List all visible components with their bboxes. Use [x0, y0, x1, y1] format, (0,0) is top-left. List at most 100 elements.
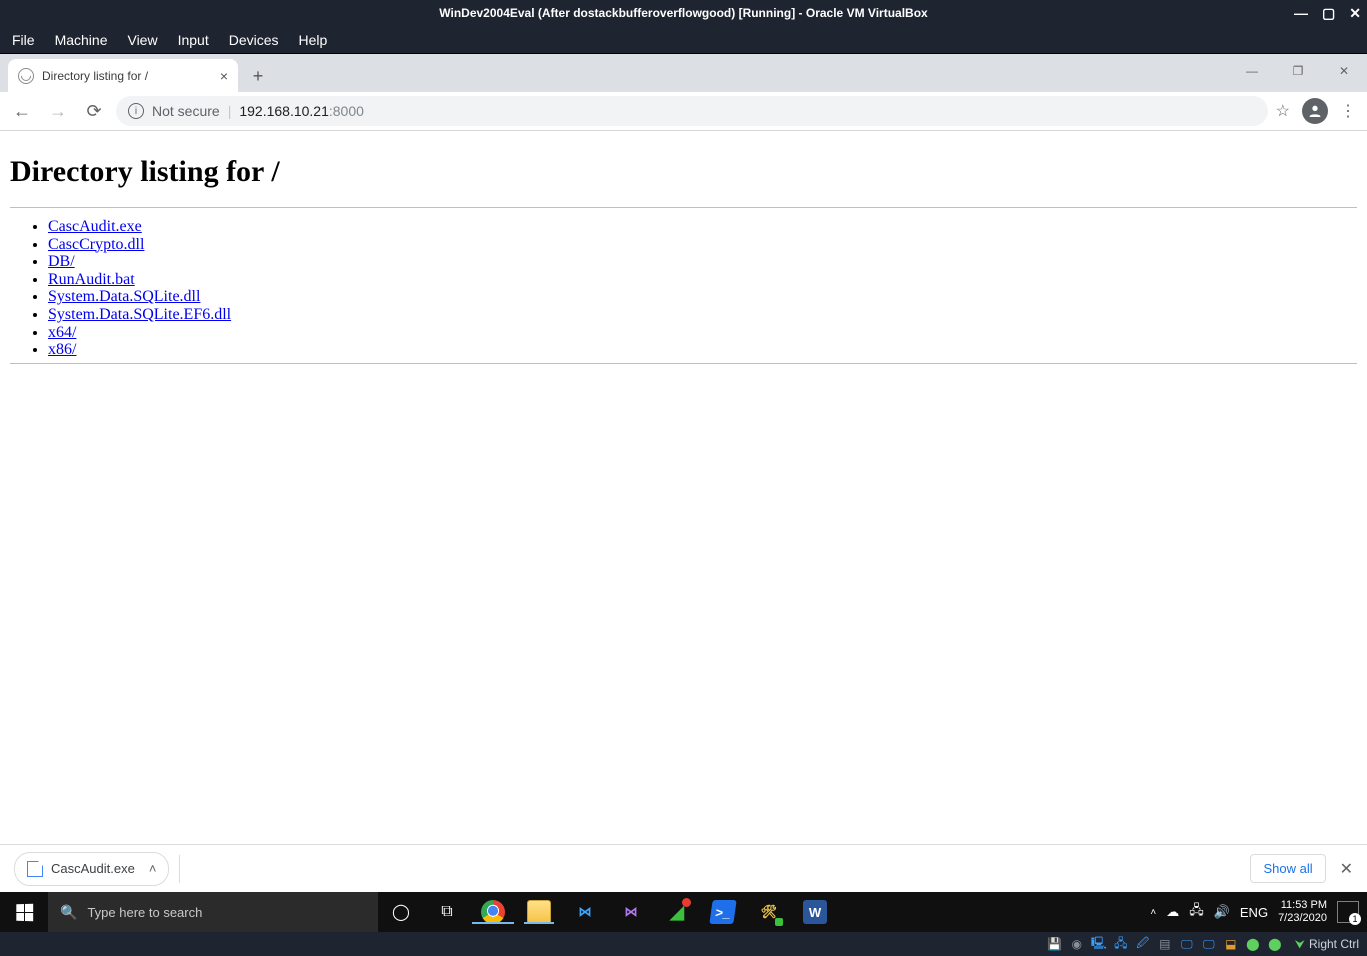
forward-button[interactable]: → [44, 97, 72, 125]
file-link[interactable]: System.Data.SQLite.dll [48, 288, 200, 305]
vbox-statusbar: 💾 ◉ 🖳 🖧 🖉 ▤ 🖵 🖵 ⬓ ⬤ ⬤ ⮟ Right Ctrl [0, 932, 1367, 956]
onedrive-icon[interactable]: ☁ [1166, 904, 1179, 920]
tray-overflow-icon[interactable]: ˄ [1150, 907, 1156, 918]
chevron-up-icon[interactable]: ˄ [149, 861, 157, 876]
omnibox-separator: | [228, 103, 232, 119]
vbox-optical-icon[interactable]: ◉ [1069, 936, 1085, 952]
vbox-title-text: WinDev2004Eval (After dostackbufferoverf… [439, 6, 927, 20]
taskbar-clock[interactable]: 11:53 PM 7/23/2020 [1278, 899, 1327, 924]
vbox-hostkey: ⮟ Right Ctrl [1295, 937, 1359, 952]
vbox-cpu-icon[interactable]: ⬓ [1223, 936, 1239, 952]
taskbar-app-powershell[interactable]: >_ [700, 900, 746, 924]
vbox-audio-icon[interactable]: 🖳 [1091, 936, 1107, 952]
vbox-menu-devices[interactable]: Devices [229, 32, 279, 48]
chrome-window: Directory listing for / × + — ❐ ✕ ← → ⟳ … [0, 54, 1367, 892]
hr-top [10, 207, 1357, 208]
vbox-menu-help[interactable]: Help [299, 32, 328, 48]
taskbar-app-vscode[interactable]: ⋈ [562, 900, 608, 924]
chrome-minimize-icon[interactable]: — [1229, 54, 1275, 88]
file-icon [27, 861, 43, 877]
chrome-tab[interactable]: Directory listing for / × [8, 59, 238, 92]
taskbar-app-visualstudio[interactable]: ⋈ [608, 900, 654, 924]
person-icon [1307, 103, 1323, 119]
taskbar-app-explorer[interactable] [516, 900, 562, 924]
task-view-icon[interactable]: ⧉ [424, 892, 470, 932]
vbox-hdd-icon[interactable]: 💾 [1047, 936, 1063, 952]
taskbar-app-chrome[interactable] [470, 900, 516, 924]
network-icon[interactable]: 🖧 [1189, 901, 1204, 923]
vbox-keyboard-icon[interactable]: ⬤ [1267, 936, 1283, 952]
tab-close-icon[interactable]: × [220, 68, 228, 84]
profile-avatar-icon[interactable] [1302, 98, 1328, 124]
folder-icon [527, 900, 551, 924]
hostkey-label: Right Ctrl [1309, 937, 1359, 951]
vbox-shared-icon[interactable]: ▤ [1157, 936, 1173, 952]
tab-title: Directory listing for / [42, 69, 148, 83]
show-all-button[interactable]: Show all [1250, 854, 1325, 883]
globe-icon [18, 68, 34, 84]
list-item: RunAudit.bat [48, 271, 1357, 289]
kebab-menu-icon[interactable]: ⋮ [1340, 101, 1355, 121]
chrome-toolbar-right: ☆ ⋮ [1276, 98, 1359, 124]
clock-date: 7/23/2020 [1278, 912, 1327, 925]
reload-button[interactable]: ⟳ [80, 97, 108, 125]
vbox-menubar: File Machine View Input Devices Help [0, 26, 1367, 54]
vbox-mouse-icon[interactable]: ⬤ [1245, 936, 1261, 952]
address-bar[interactable]: i Not secure | 192.168.10.21:8000 [116, 96, 1268, 126]
clock-time: 11:53 PM [1278, 899, 1327, 912]
not-secure-label: Not secure [152, 103, 220, 119]
vbox-usb-icon[interactable]: 🖉 [1135, 936, 1151, 952]
vbox-menu-machine[interactable]: Machine [55, 32, 108, 48]
vbox-display-icon[interactable]: 🖵 [1179, 936, 1195, 952]
vbox-menu-input[interactable]: Input [178, 32, 209, 48]
chrome-maximize-icon[interactable]: ❐ [1275, 54, 1321, 88]
file-link[interactable]: CascAudit.exe [48, 218, 142, 235]
language-indicator[interactable]: ENG [1240, 905, 1268, 920]
info-icon[interactable]: i [128, 103, 144, 119]
page-heading: Directory listing for / [10, 155, 1357, 189]
download-item[interactable]: CascAudit.exe ˄ [14, 852, 169, 886]
volume-icon[interactable]: 🔊 [1214, 904, 1230, 920]
bookmark-star-icon[interactable]: ☆ [1276, 101, 1290, 121]
vscode-icon: ⋈ [573, 900, 597, 924]
vbox-menu-view[interactable]: View [127, 32, 157, 48]
unity-icon: ◢ [665, 900, 689, 924]
file-link[interactable]: DB/ [48, 253, 75, 270]
word-icon: W [803, 900, 827, 924]
chrome-close-icon[interactable]: ✕ [1321, 54, 1367, 88]
vbox-record-icon[interactable]: 🖵 [1201, 936, 1217, 952]
divider [179, 855, 180, 883]
taskbar-search[interactable]: 🔍 Type here to search [48, 892, 378, 932]
vbox-network-icon[interactable]: 🖧 [1113, 936, 1129, 952]
vbox-minimize-icon[interactable]: — [1294, 5, 1308, 21]
taskbar-app-word[interactable]: W [792, 900, 838, 924]
vbox-close-icon[interactable]: ✕ [1349, 5, 1361, 22]
hr-bottom [10, 363, 1357, 364]
back-button[interactable]: ← [8, 97, 36, 125]
taskbar-app-tools[interactable]: 🛠 [746, 900, 792, 924]
file-link[interactable]: RunAudit.bat [48, 271, 135, 288]
list-item: CascCrypto.dll [48, 236, 1357, 254]
search-placeholder: Type here to search [87, 905, 202, 920]
file-link[interactable]: System.Data.SQLite.EF6.dll [48, 306, 231, 323]
taskbar-system-icons: ◯ ⧉ [378, 892, 470, 932]
file-link[interactable]: CascCrypto.dll [48, 236, 144, 253]
vbox-titlebar: WinDev2004Eval (After dostackbufferoverf… [0, 0, 1367, 26]
new-tab-button[interactable]: + [244, 62, 272, 90]
start-button[interactable] [0, 892, 48, 932]
tools-icon: 🛠 [757, 900, 781, 924]
list-item: DB/ [48, 253, 1357, 271]
cortana-icon[interactable]: ◯ [378, 892, 424, 932]
list-item: System.Data.SQLite.dll [48, 288, 1357, 306]
file-list: CascAudit.exe CascCrypto.dll DB/ RunAudi… [48, 218, 1357, 359]
list-item: x86/ [48, 341, 1357, 359]
download-shelf-close-icon[interactable]: ✕ [1340, 859, 1353, 879]
file-link[interactable]: x86/ [48, 341, 76, 358]
vbox-menu-file[interactable]: File [12, 32, 35, 48]
vbox-maximize-icon[interactable]: ▢ [1322, 5, 1335, 22]
file-link[interactable]: x64/ [48, 324, 76, 341]
search-icon: 🔍 [60, 904, 77, 921]
action-center-icon[interactable] [1337, 901, 1359, 923]
taskbar-app-unity[interactable]: ◢ [654, 900, 700, 924]
download-filename: CascAudit.exe [51, 861, 135, 876]
